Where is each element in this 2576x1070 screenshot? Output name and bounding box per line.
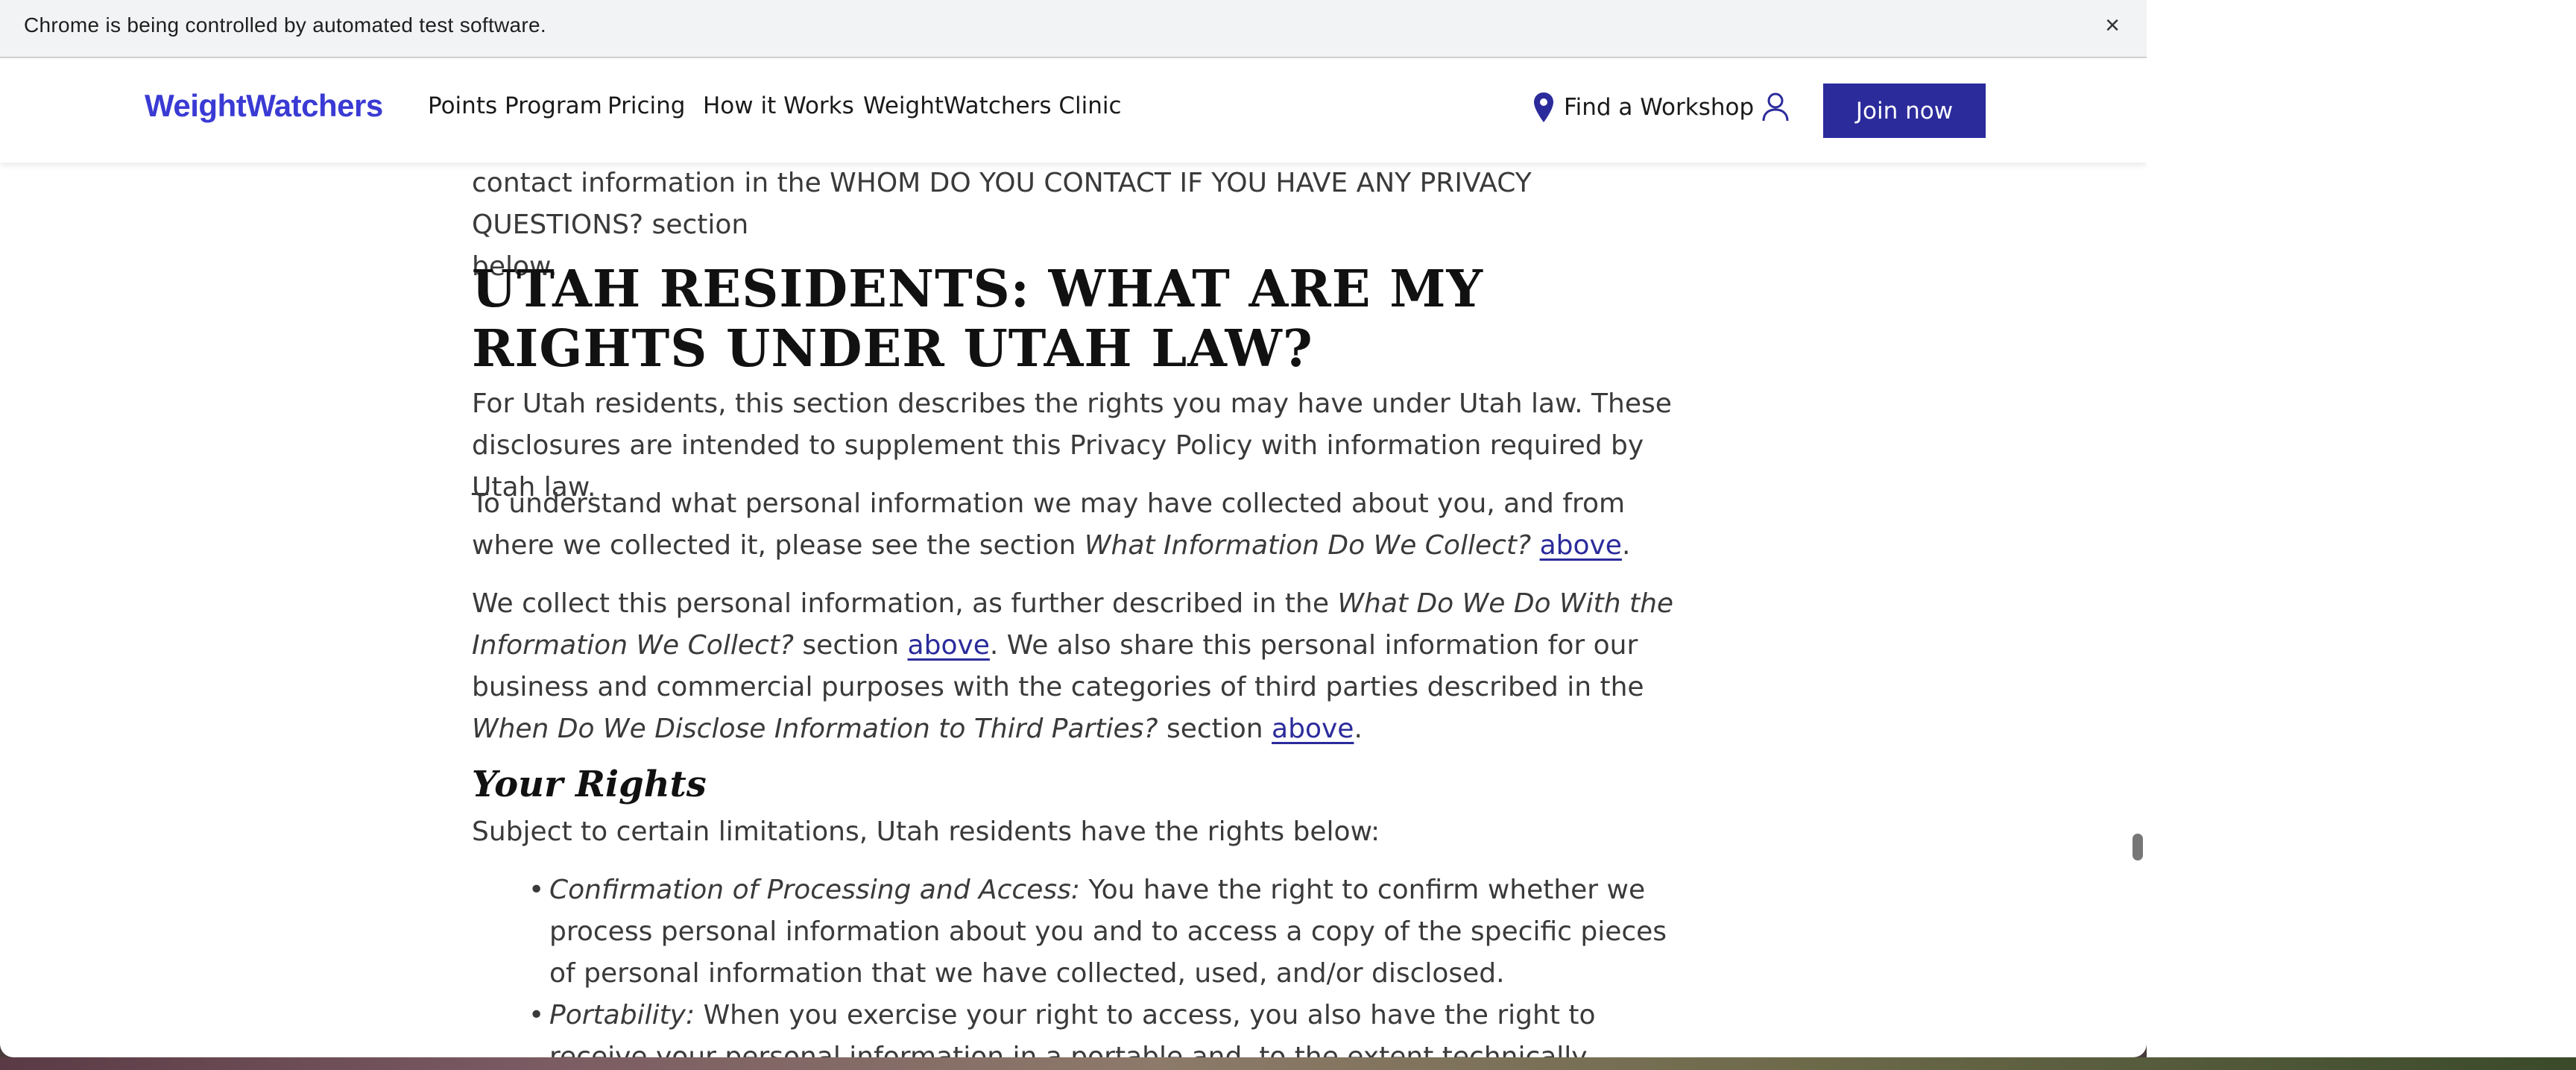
account-icon[interactable]	[1761, 91, 1790, 124]
location-pin-icon	[1534, 92, 1553, 122]
list-item-term: Confirmation of Processing and Access:	[549, 875, 1080, 905]
paragraph-text: section	[793, 630, 908, 661]
nav-how-it-works[interactable]: How it Works	[703, 92, 854, 119]
list-item-text: When you exercise your right to access, …	[549, 1000, 1596, 1057]
section-heading-utah: UTAH RESIDENTS: WHAT ARE MY RIGHTS UNDER…	[472, 259, 1484, 379]
window-background-right	[2147, 0, 2576, 1057]
scrollbar-thumb[interactable]	[2133, 834, 2143, 860]
browser-window: Chrome is being controlled by automated …	[0, 0, 2147, 1057]
nav-clinic[interactable]: WeightWatchers Clinic	[863, 92, 1122, 119]
emphasis-text: When Do We Disclose Information to Third…	[472, 714, 1158, 744]
emphasis-text: What Information Do We Collect?	[1084, 530, 1532, 561]
nav-pricing[interactable]: Pricing	[607, 92, 686, 119]
nav-points-program[interactable]: Points Program	[428, 92, 602, 119]
above-link[interactable]: above	[1540, 530, 1622, 561]
paragraph-what-info: To understand what personal information …	[472, 483, 1679, 567]
site-header: WeightWatchers Points Program Pricing Ho…	[0, 60, 2147, 163]
subheading-your-rights: Your Rights	[472, 764, 707, 805]
above-link[interactable]: above	[908, 630, 990, 661]
logo[interactable]: WeightWatchers	[145, 88, 383, 124]
list-item: • Confirmation of Processing and Access:…	[528, 869, 1679, 995]
list-item: • Portability: When you exercise your ri…	[528, 995, 1679, 1057]
find-workshop-link[interactable]: Find a Workshop	[1532, 86, 1754, 128]
paragraph-text: contact information in the WHOM DO YOU C…	[472, 168, 1532, 240]
bullet-icon: •	[528, 1000, 545, 1030]
paragraph-text: section	[1158, 714, 1272, 744]
bullet-icon: •	[528, 875, 545, 905]
close-icon[interactable]: ×	[2097, 10, 2127, 40]
punctuation: .	[1621, 530, 1631, 561]
paragraph-text: We collect this personal information, as…	[472, 588, 1338, 619]
desktop-background	[0, 1057, 2576, 1070]
automation-infobar: Chrome is being controlled by automated …	[0, 0, 2147, 58]
list-item-term: Portability:	[549, 1000, 695, 1030]
punctuation: .	[1354, 714, 1363, 744]
join-now-button[interactable]: Join now	[1823, 84, 1986, 138]
above-link[interactable]: above	[1272, 714, 1354, 744]
paragraph-rights-intro: Subject to certain limitations, Utah res…	[472, 816, 1380, 847]
infobar-message: Chrome is being controlled by automated …	[24, 13, 546, 37]
paragraph-collect-share: We collect this personal information, as…	[472, 583, 1679, 750]
find-workshop-label: Find a Workshop	[1564, 94, 1755, 121]
